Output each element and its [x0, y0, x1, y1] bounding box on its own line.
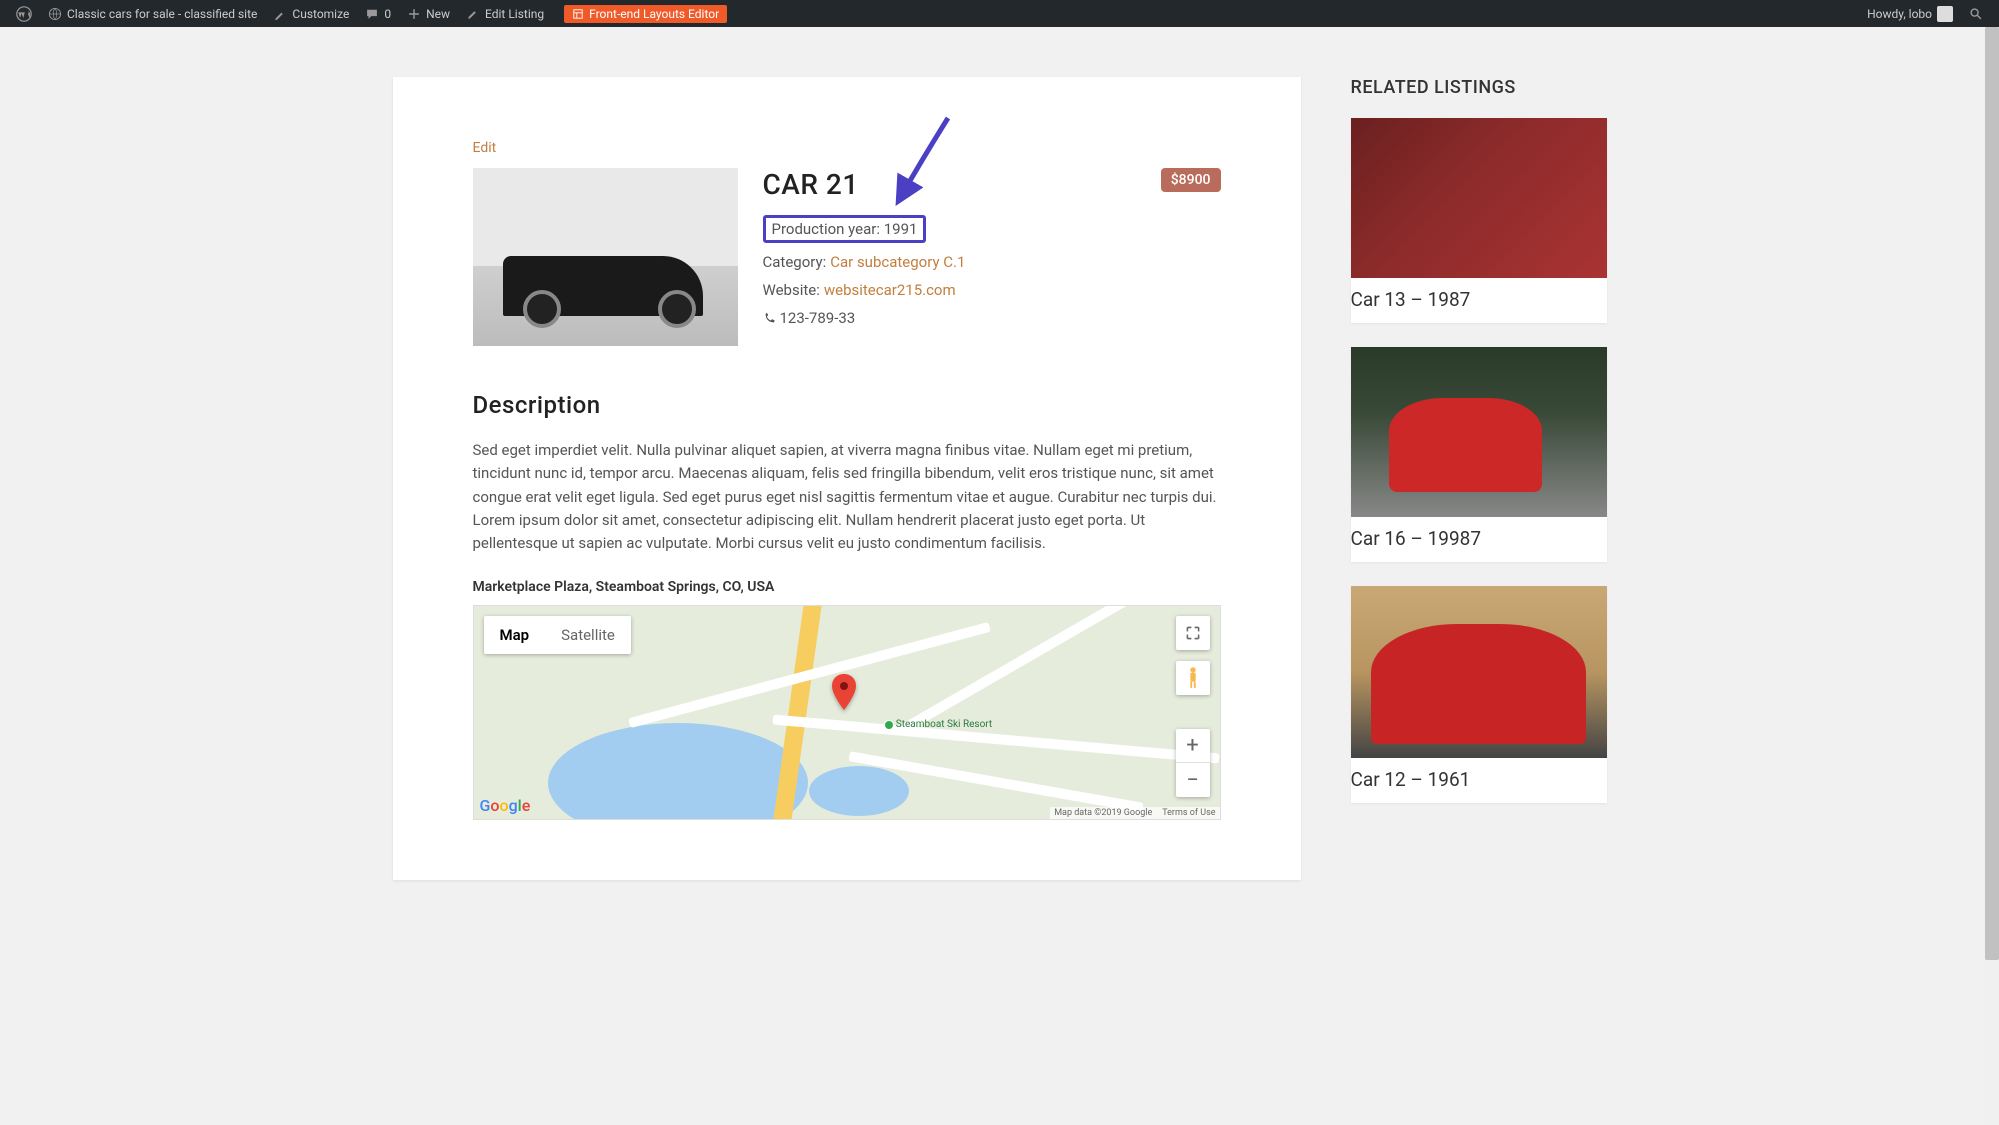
poi-dot-icon [884, 720, 894, 730]
comments-link[interactable]: 0 [357, 0, 399, 27]
related-image [1351, 118, 1607, 278]
phone-icon [763, 312, 776, 325]
wp-logo[interactable] [8, 0, 40, 27]
layouts-editor-text: Front-end Layouts Editor [589, 7, 719, 21]
production-year-row: Production year: 1991 [763, 215, 927, 243]
map-zoom-control: + − [1176, 729, 1210, 797]
listing-title: CAR 21 [763, 168, 859, 201]
user-avatar [1937, 6, 1953, 22]
map-marker[interactable] [832, 674, 856, 714]
customize-text: Customize [292, 7, 349, 21]
listing-details: CAR 21 $8900 Production year: 1991 Categ… [763, 168, 1221, 346]
wp-admin-bar: Classic cars for sale - classified site … [0, 0, 1999, 27]
site-name-link[interactable]: Classic cars for sale - classified site [40, 0, 265, 27]
layouts-editor-button[interactable]: Front-end Layouts Editor [552, 0, 735, 27]
search-icon [1969, 7, 1983, 21]
description-heading: Description [473, 391, 1221, 419]
edit-link[interactable]: Edit [473, 140, 497, 156]
site-name-text: Classic cars for sale - classified site [67, 7, 257, 21]
related-image [1351, 586, 1607, 758]
howdy-text: Howdy, lobo [1867, 7, 1932, 21]
admin-search[interactable] [1961, 0, 1991, 27]
howdy-link[interactable]: Howdy, lobo [1859, 0, 1961, 27]
annotation-arrow-icon [893, 108, 963, 208]
map-data-attr[interactable]: Map data ©2019 Google [1054, 808, 1152, 818]
fullscreen-icon [1185, 625, 1201, 641]
sidebar: RELATED LISTINGS Car 13 – 1987 Car 16 – … [1351, 77, 1607, 880]
website-label: Website: [763, 281, 820, 299]
website-link[interactable]: websitecar215.com [824, 281, 956, 299]
map-tab-map[interactable]: Map [484, 616, 546, 654]
poi-label: Steamboat Ski Resort [896, 719, 992, 730]
google-logo[interactable]: Google [480, 796, 531, 815]
phone-row: 123-789-33 [763, 309, 1221, 327]
customize-link[interactable]: Customize [265, 0, 357, 27]
category-row: Category: Car subcategory C.1 [763, 253, 1221, 271]
description-body: Sed eget imperdiet velit. Nulla pulvinar… [473, 439, 1221, 555]
related-title: Car 16 – 19987 [1351, 517, 1607, 562]
production-year-label: Production year: [772, 220, 884, 238]
map[interactable]: Map Satellite + − Steamboat Ski Resort G… [473, 605, 1221, 820]
category-link[interactable]: Car subcategory C.1 [830, 253, 965, 271]
map-type-control: Map Satellite [484, 616, 631, 654]
related-title: Car 12 – 1961 [1351, 758, 1607, 803]
related-image [1351, 347, 1607, 517]
edit-listing-link[interactable]: Edit Listing [458, 0, 552, 27]
category-label: Category: [763, 253, 827, 271]
listing-featured-image [473, 168, 738, 346]
map-pin-icon [832, 674, 856, 710]
map-zoom-out-button[interactable]: − [1176, 763, 1210, 797]
related-listing[interactable]: Car 13 – 1987 [1351, 118, 1607, 323]
map-tab-satellite[interactable]: Satellite [545, 616, 631, 654]
page-scrollbar[interactable] [1985, 27, 1999, 1125]
production-year-value: 1991 [884, 220, 918, 238]
listing-address: Marketplace Plaza, Steamboat Springs, CO… [473, 579, 1221, 595]
related-title: Car 13 – 1987 [1351, 278, 1607, 323]
map-poi[interactable]: Steamboat Ski Resort [884, 719, 992, 730]
edit-listing-text: Edit Listing [485, 7, 544, 21]
map-attribution: Map data ©2019 Google Terms of Use [1050, 807, 1219, 819]
new-link[interactable]: New [399, 0, 458, 27]
pegman-icon [1184, 666, 1202, 690]
map-pegman[interactable] [1176, 661, 1210, 695]
listing-card: Edit CAR 21 $8900 Production year: 1991 [393, 77, 1301, 880]
map-zoom-in-button[interactable]: + [1176, 729, 1210, 763]
related-listing[interactable]: Car 16 – 19987 [1351, 347, 1607, 562]
map-terms-link[interactable]: Terms of Use [1162, 808, 1215, 818]
layout-icon [572, 8, 584, 20]
map-fullscreen-button[interactable] [1176, 616, 1210, 650]
related-listing[interactable]: Car 12 – 1961 [1351, 586, 1607, 803]
website-row: Website: websitecar215.com [763, 281, 1221, 299]
phone-value: 123-789-33 [780, 309, 856, 327]
related-heading: RELATED LISTINGS [1351, 77, 1607, 98]
new-text: New [426, 7, 450, 21]
listing-price: $8900 [1161, 168, 1221, 192]
comments-count: 0 [384, 7, 391, 21]
